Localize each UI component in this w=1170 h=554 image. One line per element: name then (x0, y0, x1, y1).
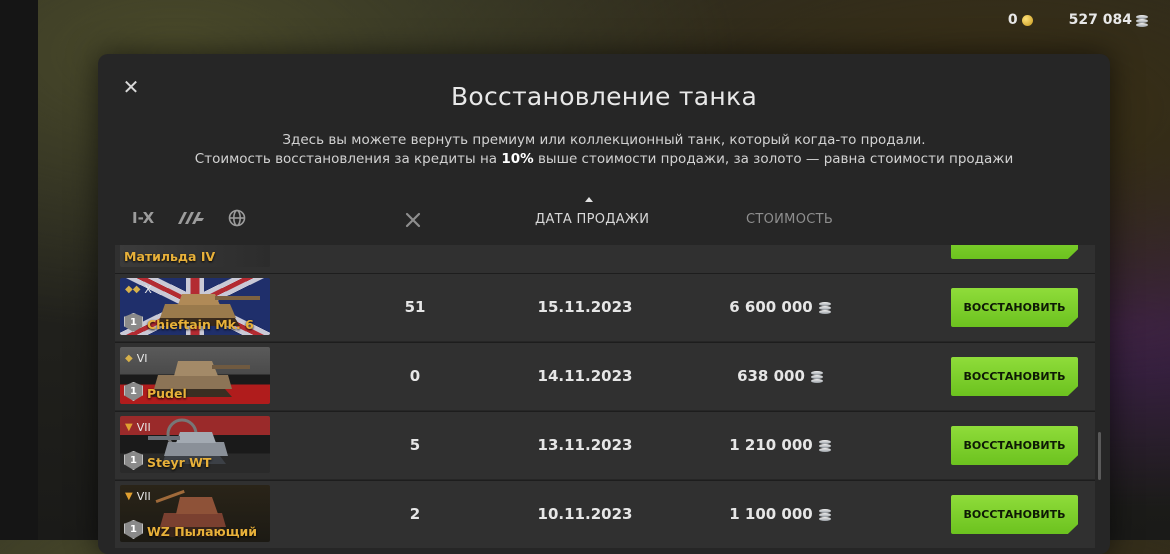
tank-destroyer-class-icon: ▼ (125, 491, 133, 502)
restore-cost: 1 210 000 (715, 412, 845, 479)
tank-name: WZ Пылающий (147, 524, 258, 539)
tank-thumbnail: ▼ VII 1 Steyr WT (120, 416, 270, 473)
battles-count: 5 (409, 436, 421, 454)
dialog-description: Здесь вы можете вернуть премиум или колл… (282, 132, 926, 148)
tank-name: Матильда IV (124, 249, 216, 264)
tank-thumbnail: Матильда IV (120, 245, 270, 267)
tank-list: Матильда IV ВОССТАНОВИТЬ ◆◆X 1 Chieftain… (115, 245, 1095, 554)
battles-count: 2 (409, 505, 421, 523)
tank-destroyer-class-icon: ▼ (125, 422, 133, 433)
silver-coin-icon (810, 371, 823, 383)
credits-amount: 527 084 (1068, 12, 1132, 28)
tier-filter-label: I-X (132, 209, 155, 227)
list-scrollbar[interactable] (1098, 432, 1101, 480)
gold-coin-icon (1021, 14, 1033, 26)
cost-column-header[interactable]: СТОИМОСТЬ (746, 212, 833, 227)
tier-badge: ◆ VI (125, 352, 148, 365)
tank-name: Pudel (147, 386, 187, 401)
list-item: ▼ VII 1 Steyr WT 5 13.11.2023 1 210 000 В… (115, 411, 1095, 479)
credits-balance: 527 084 (1069, 12, 1148, 28)
battles-count: 0 (409, 367, 421, 385)
silver-coin-icon (1136, 14, 1148, 27)
restore-tank-dialog: ✕ Восстановление танка Здесь вы можете в… (98, 54, 1110, 554)
vehicle-class-filter-button[interactable] (178, 211, 205, 225)
filter-bar: I-X (132, 209, 246, 227)
background-edge (0, 0, 38, 540)
sale-date: 13.11.2023 (537, 436, 633, 454)
list-item: ◆ VI 1 Pudel 0 14.11.2023 638 000 ВОССТАН… (115, 342, 1095, 410)
restore-cost: 638 000 (715, 343, 845, 410)
tier-filter-button[interactable]: I-X (132, 209, 154, 227)
restore-button[interactable]: ВОССТАНОВИТЬ (951, 245, 1078, 259)
silver-coin-icon (818, 302, 831, 314)
tank-name: Chieftain Mk. 6 (147, 317, 254, 332)
heavy-tank-class-icon: ◆◆ (125, 284, 141, 295)
restore-button[interactable]: ВОССТАНОВИТЬ (951, 495, 1078, 534)
dialog-title: Восстановление танка (450, 82, 758, 111)
tank-thumbnail: ▼ VII 1 WZ Пылающий (120, 485, 270, 542)
tank-thumbnail: ◆◆ X 1 Chieftain Mk. 6 (120, 278, 270, 335)
nation-filter-button[interactable] (228, 209, 246, 227)
tank-thumbnail: ◆ VI 1 Pudel (120, 347, 270, 404)
silver-coin-icon (818, 440, 831, 452)
sale-date-column-header[interactable]: ДАТА ПРОДАЖИ (535, 212, 649, 227)
restore-cost: 1 100 000 (715, 481, 845, 548)
gold-balance: 0 (1008, 12, 1033, 28)
sale-date: 14.11.2023 (537, 367, 633, 385)
battles-column-header[interactable] (404, 211, 422, 233)
silver-coin-icon (818, 509, 831, 521)
tier-badge: ◆◆ X (125, 283, 152, 296)
restore-button[interactable]: ВОССТАНОВИТЬ (951, 426, 1078, 465)
list-item: ◆◆ X 1 Chieftain Mk. 6 51 15.11.2023 6 60… (115, 273, 1095, 341)
tank-name: Steyr WT (147, 455, 212, 470)
tier-badge: ▼ VII (125, 421, 151, 434)
list-item: Матильда IV ВОССТАНОВИТЬ (115, 245, 1095, 273)
vehicle-class-icon (178, 212, 205, 224)
crossed-swords-icon (405, 212, 421, 228)
dialog-cost-note: Стоимость восстановления за кредиты на 1… (194, 151, 1014, 167)
tier-badge: ▼ VII (125, 490, 151, 503)
globe-icon (228, 209, 246, 227)
list-item: ▼ VII 1 WZ Пылающий 2 10.11.2023 1 100 00… (115, 480, 1095, 548)
sort-ascending-icon (585, 197, 593, 202)
sale-date: 10.11.2023 (537, 505, 633, 523)
medium-tank-class-icon: ◆ (125, 353, 133, 364)
currency-bar: 0 527 084 (1008, 0, 1170, 40)
sale-date: 15.11.2023 (537, 298, 633, 316)
battles-count: 51 (404, 298, 426, 316)
gold-amount: 0 (1007, 12, 1018, 28)
restore-cost: 6 600 000 (715, 274, 845, 341)
restore-button[interactable]: ВОССТАНОВИТЬ (951, 357, 1078, 396)
restore-button[interactable]: ВОССТАНОВИТЬ (951, 288, 1078, 327)
